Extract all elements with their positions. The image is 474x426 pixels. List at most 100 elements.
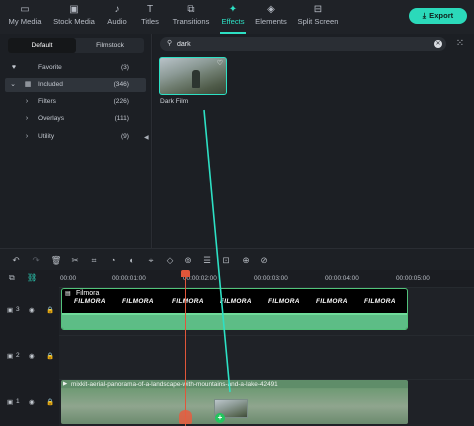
video-track-icon: ▣: [7, 307, 14, 314]
clip-watermark: FILMORA: [220, 298, 252, 305]
category-overlays[interactable]: › Overlays (111): [5, 112, 146, 126]
video-track-icon: ▣: [7, 353, 14, 360]
thumbnail-figure: [192, 70, 200, 88]
track-2-header: ▣ 2 ◉ 🔒: [0, 335, 58, 379]
tab-transitions[interactable]: ⧉ Transitions: [170, 3, 212, 31]
tab-elements[interactable]: ◈ Elements: [253, 3, 289, 31]
motion-tracking-icon[interactable]: ⊚: [182, 254, 194, 266]
effects-category-panel: Default Filmstock ♥ Favorite (3) ⌄ ▦ Inc…: [0, 34, 152, 248]
chevron-right-icon: ›: [25, 133, 29, 140]
crop-icon[interactable]: ⌗: [88, 254, 100, 266]
timecode-label: 00:00:04:00: [325, 275, 359, 282]
delete-icon[interactable]: 🗑: [50, 254, 62, 266]
favorite-heart-icon[interactable]: ♡: [217, 59, 223, 67]
library-subtabs: Default Filmstock: [8, 38, 144, 53]
clip-name: mixkit-aerial-panorama-of-a-landscape-wi…: [71, 381, 278, 388]
subtab-default[interactable]: Default: [8, 38, 76, 53]
lock-icon[interactable]: 🔒: [46, 352, 54, 360]
collapse-panel-icon[interactable]: ◀: [144, 134, 149, 141]
search-box: ⚲ ✕: [160, 37, 446, 51]
transitions-icon: ⧉: [187, 4, 195, 15]
clip-watermark: FILMORA: [122, 298, 154, 305]
download-icon: ⤓: [422, 11, 427, 20]
clip-name: Filmora: [76, 290, 100, 297]
add-track-icon[interactable]: ⧉: [9, 273, 15, 283]
redo-icon[interactable]: ↷: [30, 254, 42, 266]
scissors-icon[interactable]: ✂: [69, 254, 81, 266]
timecode-label: 00:00: [60, 275, 76, 282]
heart-icon: ♥: [11, 64, 17, 71]
track-2-lane[interactable]: [59, 335, 474, 379]
music-note-icon: ♪: [114, 4, 120, 15]
timeline-toolbar: ↶ ↷ 🗑 ✂ ⌗ ◔ ◐ ⌖ ◇ ⊚ ☰ ⊡ ⊕ ⊘: [0, 248, 474, 270]
effect-thumbnail-dark-film[interactable]: ♡: [159, 57, 227, 95]
track-1-header: ▣ 1 ◉ 🔒: [0, 379, 58, 426]
clip-watermark: FILMORA: [172, 298, 204, 305]
color-palette-icon[interactable]: ◐: [126, 254, 138, 266]
clip-watermark: FILMORA: [268, 298, 300, 305]
playhead-line[interactable]: [185, 272, 186, 426]
track-number: 2: [16, 352, 20, 359]
eye-icon[interactable]: ◉: [29, 306, 35, 314]
track-3-header: ▣ 3 ◉ 🔒: [0, 287, 58, 335]
audio-mixer-icon[interactable]: ☰: [201, 254, 213, 266]
title-clip-icon: ▤: [65, 291, 71, 297]
add-plus-icon: +: [215, 413, 225, 423]
stock-media-icon: ▣: [69, 4, 79, 15]
eye-icon[interactable]: ◉: [29, 352, 35, 360]
tab-stock-media[interactable]: ▣ Stock Media: [51, 3, 97, 31]
grid-icon: ▦: [24, 81, 32, 88]
clip-watermark: FILMORA: [74, 298, 106, 305]
split-screen-icon: ⊟: [313, 4, 323, 15]
timeline-ruler[interactable]: ⧉ ⛓ 00:00 00:00:01:00 00:00:02:00 00:00:…: [0, 270, 474, 286]
track-number: 1: [16, 398, 20, 405]
lock-icon[interactable]: 🔒: [46, 398, 54, 406]
chevron-right-icon: ›: [25, 115, 29, 122]
marker-icon[interactable]: ⌖: [145, 254, 157, 266]
effect-title: Dark Film: [160, 98, 189, 105]
keyframe-icon[interactable]: ◇: [164, 254, 176, 266]
track-number: 3: [16, 306, 20, 313]
top-toolbar: ▭ My Media ▣ Stock Media ♪ Audio T Title…: [0, 0, 474, 34]
clear-search-icon[interactable]: ✕: [434, 40, 442, 48]
eye-icon[interactable]: ◉: [29, 398, 35, 406]
title-clip-filmora[interactable]: ▤ Filmora FILMORA FILMORA FILMORA FILMOR…: [61, 288, 408, 330]
tab-split-screen[interactable]: ⊟ Split Screen: [295, 3, 341, 31]
video-clip-icon: ▶: [63, 381, 68, 387]
snapshot-icon[interactable]: ⊕: [240, 254, 252, 266]
speed-icon[interactable]: ◔: [107, 254, 119, 266]
lock-icon[interactable]: 🔒: [46, 306, 54, 314]
category-included[interactable]: ⌄ ▦ Included (346): [5, 78, 146, 92]
playhead-marker: [179, 410, 192, 424]
chevron-down-icon: ⌄: [10, 81, 16, 88]
timecode-label: 00:00:01:00: [112, 275, 146, 282]
search-input[interactable]: [177, 37, 417, 51]
category-favorite[interactable]: ♥ Favorite (3): [5, 61, 146, 75]
clip-body: [62, 315, 407, 329]
tab-audio[interactable]: ♪ Audio: [105, 3, 129, 31]
clip-watermark: FILMORA: [364, 298, 396, 305]
timecode-label: 00:00:03:00: [254, 275, 288, 282]
titles-icon: T: [146, 4, 154, 15]
grid-view-icon[interactable]: ⁙: [453, 37, 467, 51]
tab-effects[interactable]: ✦ Effects: [218, 3, 248, 34]
ai-tools-icon[interactable]: ⊘: [258, 254, 270, 266]
export-button[interactable]: ⤓ Export: [409, 8, 467, 24]
effects-sparkle-icon: ✦: [228, 4, 238, 15]
category-filters[interactable]: › Filters (226): [5, 95, 146, 109]
category-utility[interactable]: › Utility (9): [5, 130, 146, 144]
record-voiceover-icon[interactable]: ⊡: [220, 254, 232, 266]
tab-titles[interactable]: T Titles: [138, 3, 162, 31]
link-icon[interactable]: ⛓: [27, 273, 37, 282]
effects-results-panel: ⚲ ✕ ⁙ ♡ Dark Film: [153, 34, 474, 248]
search-icon: ⚲: [167, 40, 173, 47]
tab-my-media[interactable]: ▭ My Media: [6, 3, 44, 31]
timecode-label: 00:00:05:00: [396, 275, 430, 282]
video-track-icon: ▣: [7, 399, 14, 406]
undo-icon[interactable]: ↶: [10, 254, 22, 266]
clip-watermark: FILMORA: [316, 298, 348, 305]
media-icon: ▭: [20, 4, 30, 15]
chevron-right-icon: ›: [25, 98, 29, 105]
subtab-filmstock[interactable]: Filmstock: [76, 38, 144, 53]
elements-icon: ◈: [267, 4, 275, 15]
